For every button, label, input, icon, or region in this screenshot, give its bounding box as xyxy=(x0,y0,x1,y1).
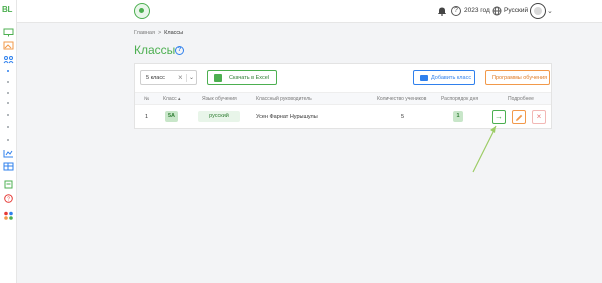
help-icon[interactable]: ? xyxy=(3,194,14,203)
classes-icon[interactable] xyxy=(3,55,14,64)
bell-icon[interactable] xyxy=(437,6,447,16)
header-language: Язык обучения xyxy=(202,96,237,102)
study-programs-button[interactable]: Программы обучения xyxy=(485,70,550,85)
academic-year[interactable]: 2023 год xyxy=(464,7,490,14)
apps-icon[interactable] xyxy=(3,211,14,220)
delete-button[interactable]: × xyxy=(532,110,546,124)
submenu-dot-active[interactable] xyxy=(7,70,9,72)
language-selector[interactable]: Русский xyxy=(504,7,528,14)
pencil-icon xyxy=(516,114,523,121)
submenu-dot[interactable] xyxy=(7,139,9,141)
annotation-arrow-icon xyxy=(472,125,497,173)
page-title: Классы xyxy=(134,43,176,57)
chevron-down-icon[interactable]: ⌄ xyxy=(189,74,194,81)
download-excel-button[interactable]: Скачать в Excel xyxy=(207,70,277,85)
teacher-name: Усен Фарнат Нурышулы xyxy=(256,114,318,120)
submenu-dot[interactable] xyxy=(7,114,9,116)
edit-button[interactable] xyxy=(512,110,526,124)
class-select-value: 5 класс xyxy=(146,75,165,81)
question-icon[interactable]: ? xyxy=(175,46,184,55)
submenu-dot[interactable] xyxy=(7,126,9,128)
study-programs-label: Программы обучения xyxy=(492,75,548,81)
breadcrumb: Главная > Классы xyxy=(134,30,183,36)
header-number: № xyxy=(144,96,150,102)
schedule-badge[interactable]: 1 xyxy=(453,111,463,122)
download-excel-label: Скачать в Excel xyxy=(229,75,270,81)
table-icon[interactable] xyxy=(3,162,14,171)
header-schedule: Распорядок дня xyxy=(441,96,479,102)
excel-icon xyxy=(214,74,222,82)
document-icon[interactable] xyxy=(3,180,14,189)
analytics-icon[interactable] xyxy=(3,149,14,158)
submenu-dot[interactable] xyxy=(7,102,9,104)
row-number: 1 xyxy=(145,114,149,120)
close-icon[interactable]: × xyxy=(178,73,183,82)
select-divider xyxy=(186,74,187,82)
globe-icon[interactable] xyxy=(492,6,502,16)
breadcrumb-current: Классы xyxy=(164,30,184,36)
table-header: № Класс ▴ Язык обучения Классный руковод… xyxy=(135,92,551,105)
folder-icon xyxy=(420,75,428,81)
header-class[interactable]: Класс ▴ xyxy=(163,96,181,102)
language-badge: русский xyxy=(198,111,240,122)
breadcrumb-separator: > xyxy=(157,30,162,36)
submenu-dot[interactable] xyxy=(7,81,9,83)
class-select[interactable]: 5 класс × ⌄ xyxy=(140,70,197,85)
monitor-icon[interactable] xyxy=(3,28,14,37)
app-logo[interactable]: BL xyxy=(2,5,12,14)
chevron-down-icon[interactable]: ⌄ xyxy=(547,7,553,15)
add-class-button[interactable]: Добавить класс xyxy=(413,70,475,85)
class-badge: 5А xyxy=(165,111,178,122)
top-bar: ? 2023 год Русский ⌄ xyxy=(17,0,602,23)
brand-logo[interactable] xyxy=(134,3,150,19)
svg-text:?: ? xyxy=(7,197,10,203)
students-count: 5 xyxy=(401,114,405,120)
avatar[interactable] xyxy=(530,3,546,19)
header-students: Количество учеников xyxy=(377,96,427,102)
add-class-label: Добавить класс xyxy=(431,75,472,81)
left-rail: BL › ? xyxy=(0,0,22,283)
gallery-icon[interactable] xyxy=(3,41,14,50)
header-details: Подробнее xyxy=(508,96,534,102)
help-icon[interactable]: ? xyxy=(451,6,461,16)
header-teacher: Классный руководитель xyxy=(256,96,312,102)
breadcrumb-home[interactable]: Главная xyxy=(134,30,155,36)
submenu-dot[interactable] xyxy=(7,92,9,94)
